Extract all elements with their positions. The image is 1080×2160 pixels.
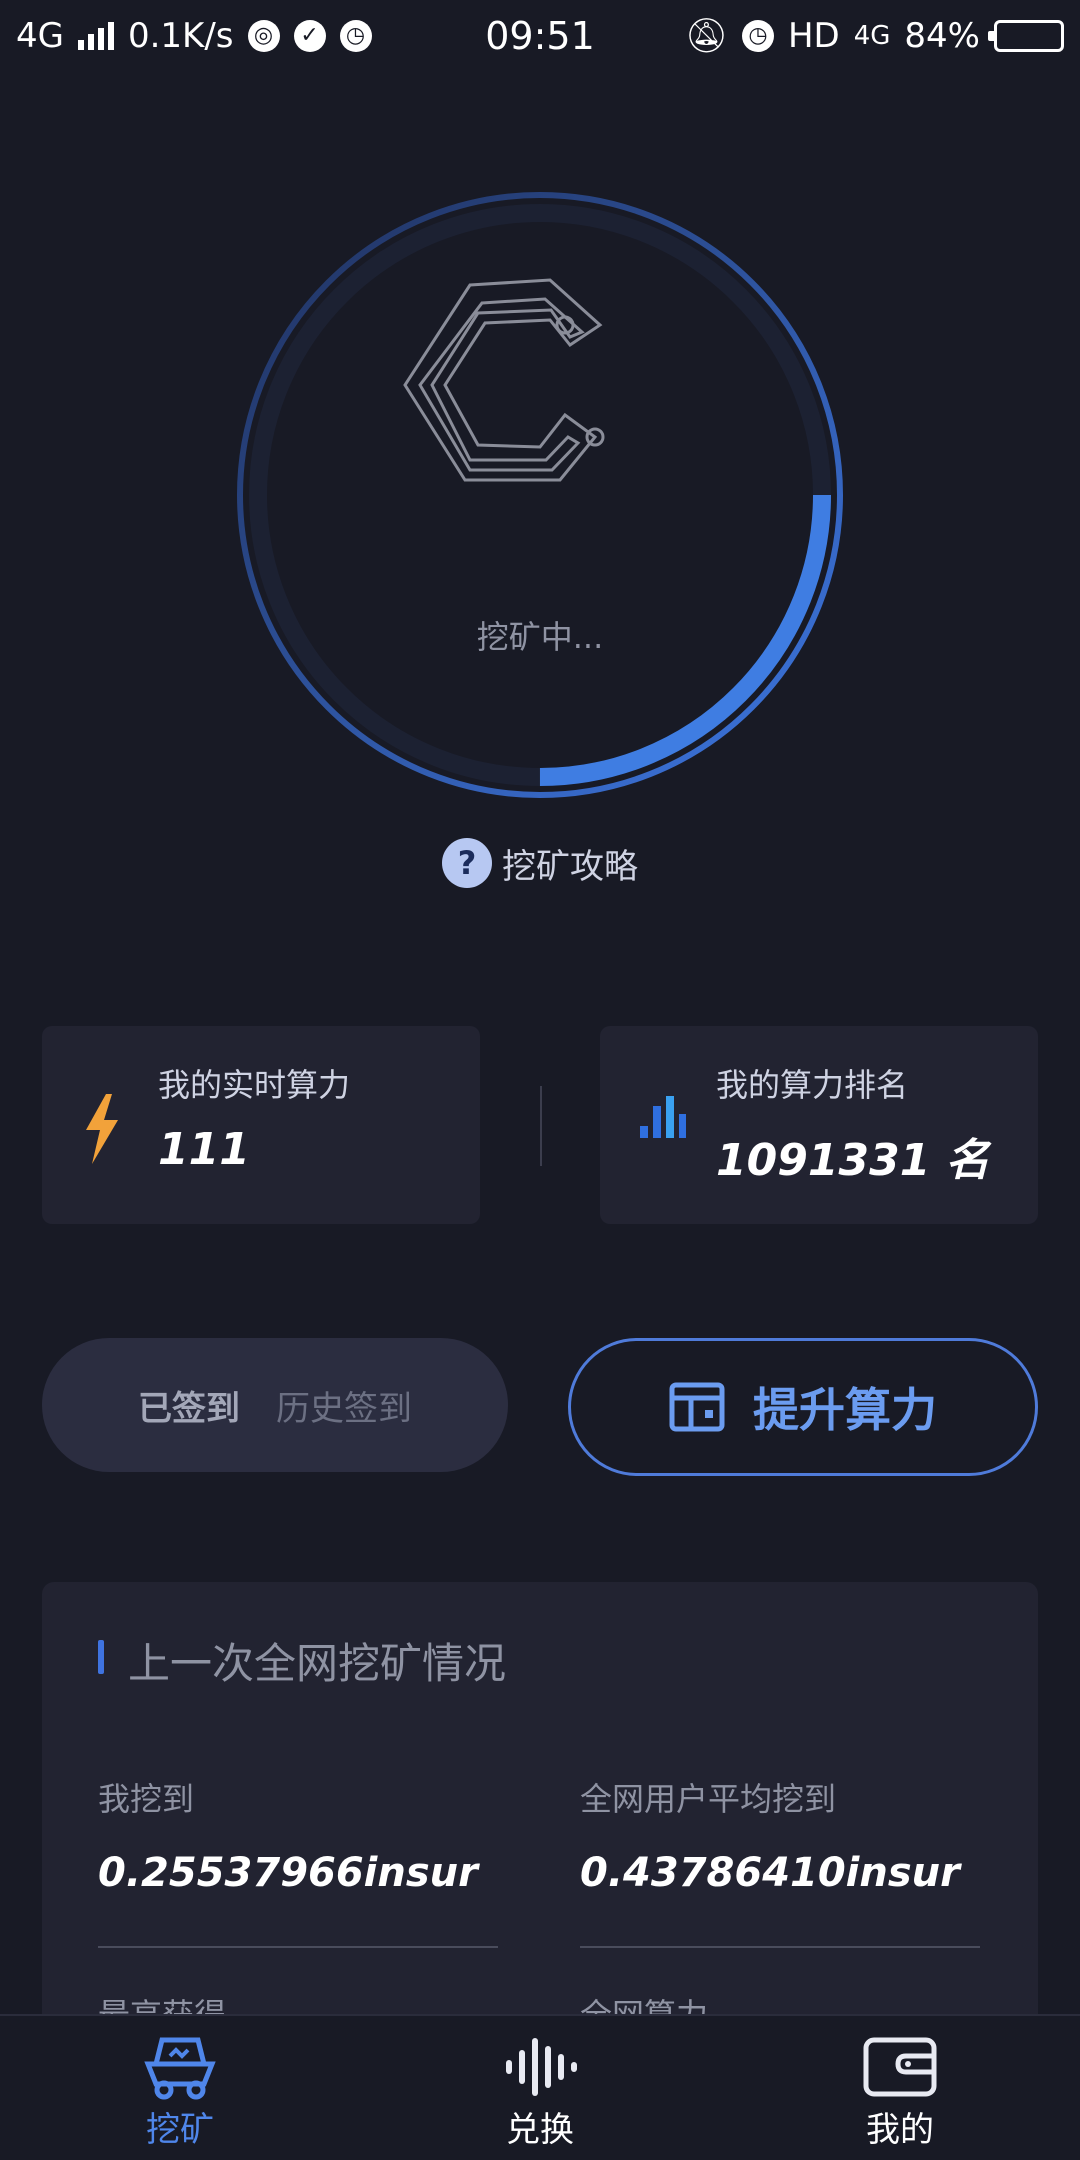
- avg-mined-label: 全网用户平均挖到: [580, 1780, 837, 1818]
- wallet-icon: [863, 2037, 937, 2097]
- app-notification-icon: ◎: [247, 20, 280, 52]
- battery-percent: 84%: [904, 16, 980, 56]
- realtime-power-value: 111: [158, 1124, 250, 1175]
- signed-in-button[interactable]: 已签到: [138, 1381, 240, 1430]
- power-rank-value: 1091331 名: [716, 1135, 990, 1186]
- power-rank-label: 我的算力排名: [716, 1066, 909, 1104]
- signal-icon: [77, 22, 114, 50]
- question-icon: ?: [442, 838, 492, 888]
- last-network-title: 上一次全网挖矿情况: [128, 1639, 507, 1688]
- bottom-nav: 挖矿 兑换 我的: [0, 2014, 1080, 2160]
- battery-icon: [988, 20, 1064, 52]
- mining-cart-icon: [144, 2037, 216, 2100]
- boost-power-label: 提升算力: [753, 1383, 937, 1437]
- check-icon: ✓: [293, 20, 326, 52]
- stat-divider: [540, 1086, 542, 1166]
- network-type: 4G: [16, 16, 64, 56]
- my-mined-value: 0.25537966insur: [98, 1850, 478, 1896]
- card-icon: [669, 1382, 725, 1432]
- nav-label-mining: 挖矿: [146, 2110, 214, 2150]
- section-title-bar: [98, 1640, 104, 1674]
- alarm-icon: ◷: [339, 20, 372, 52]
- lightning-icon: [86, 1094, 118, 1164]
- mute-icon: 🔕︎: [684, 16, 728, 56]
- outer-ring: [237, 192, 843, 798]
- realtime-power-card: 我的实时算力 111: [42, 1026, 480, 1224]
- boost-power-button[interactable]: 提升算力: [568, 1338, 1038, 1476]
- realtime-power-label: 我的实时算力: [158, 1066, 351, 1104]
- app-logo-icon: [403, 278, 605, 482]
- hd-badge: HD: [787, 16, 840, 56]
- nav-label-mine: 我的: [866, 2110, 934, 2150]
- last-network-panel: 上一次全网挖矿情况 我挖到 0.25537966insur 全网用户平均挖到 0…: [42, 1582, 1038, 2034]
- alarm-icon-right: ◷: [741, 20, 774, 52]
- status-bar: 4G 0.1K/s ◎ ✓ ◷ 09:51 🔕︎ ◷ HD 4G 84%: [0, 0, 1080, 72]
- signin-pill: 已签到 历史签到: [42, 1338, 508, 1472]
- nav-item-exchange[interactable]: 兑换: [360, 2016, 720, 2160]
- nav-item-mine[interactable]: 我的: [720, 2016, 1080, 2160]
- metric-divider: [580, 1946, 980, 1948]
- mining-ring[interactable]: [220, 175, 860, 815]
- mining-status: 挖矿中...: [476, 618, 604, 656]
- power-rank-card: 我的算力排名 1091331 名: [600, 1026, 1038, 1224]
- nav-item-mining[interactable]: 挖矿: [0, 2016, 360, 2160]
- my-mined-label: 我挖到: [98, 1780, 195, 1818]
- nav-label-exchange: 兑换: [506, 2110, 574, 2150]
- history-signin-button[interactable]: 历史签到: [276, 1381, 412, 1430]
- mining-progress-ring: [237, 192, 843, 798]
- avg-mined-value: 0.43786410insur: [580, 1850, 960, 1896]
- exchange-wave-icon: [506, 2038, 577, 2096]
- mining-guide-link[interactable]: ? 挖矿攻略: [0, 838, 1080, 888]
- bar-chart-icon: [640, 1096, 686, 1138]
- status-left: 4G 0.1K/s ◎ ✓ ◷: [16, 16, 372, 56]
- network-speed: 0.1K/s: [127, 16, 234, 56]
- metric-divider: [98, 1946, 498, 1948]
- status-right: 🔕︎ ◷ HD 4G 84%: [685, 16, 1064, 56]
- network-type-right: 4G: [853, 21, 891, 51]
- mining-guide-label: 挖矿攻略: [502, 846, 638, 887]
